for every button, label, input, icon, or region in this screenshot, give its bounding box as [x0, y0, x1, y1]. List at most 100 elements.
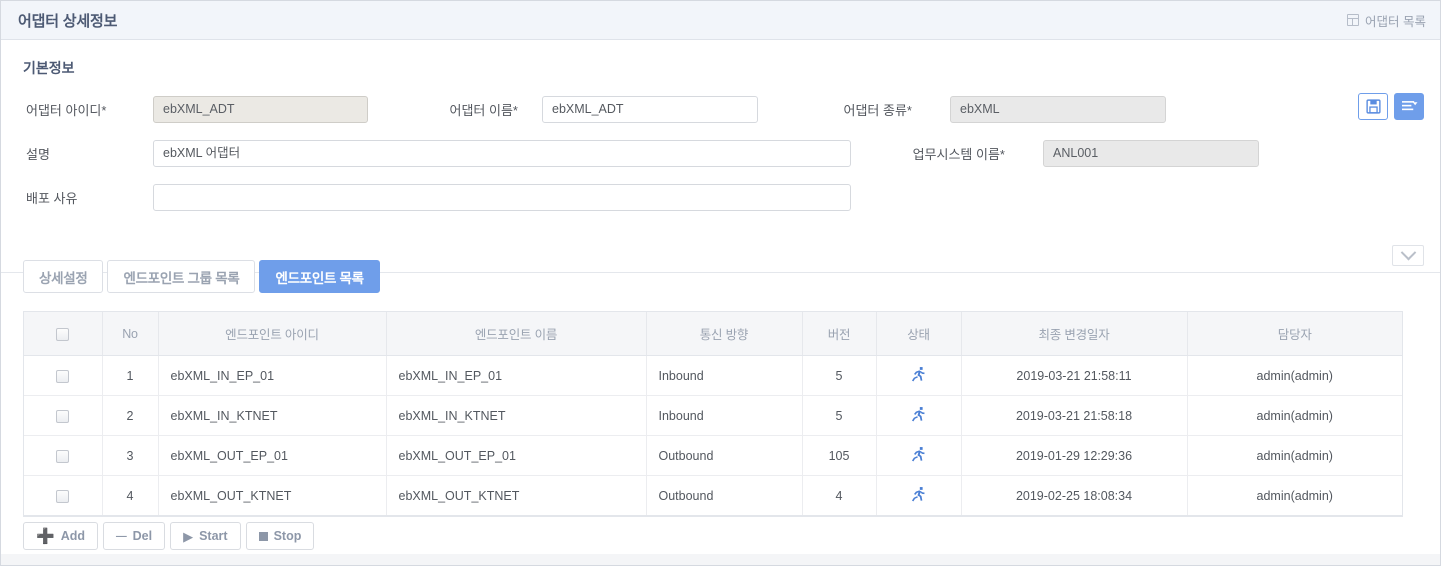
row-endpoint-name: ebXML_IN_EP_01 [386, 355, 647, 396]
select-all-header [24, 312, 103, 356]
row-checkbox[interactable] [56, 369, 70, 383]
select-all-checkbox[interactable] [56, 327, 70, 341]
row-owner: admin(admin) [1187, 395, 1402, 436]
description-field[interactable]: ebXML 어댑터 [153, 140, 851, 167]
tab-endpoint-group-list[interactable]: 엔드포인트 그룹 목록 [107, 260, 256, 293]
row-endpoint-name: ebXML_OUT_EP_01 [386, 435, 647, 476]
stop-button-label: Stop [273, 529, 302, 543]
adapter-type-label: 어댑터 종류* [843, 103, 912, 118]
row-select-cell [24, 435, 103, 476]
basic-info-section: 기본정보 어댑터 아이디* ebXML_ADT 어댑터 이름* ebXML_AD… [1, 40, 1440, 273]
breadcrumb-label: 어댑터 목록 [1365, 14, 1426, 29]
minus-icon: ─ [116, 527, 127, 545]
table-row[interactable]: 1 ebXML_IN_EP_01 ebXML_IN_EP_01 Inbound 5 201… [24, 355, 1402, 396]
breadcrumb[interactable]: 어댑터 목록 [1347, 11, 1426, 30]
col-no[interactable]: No [102, 312, 159, 356]
row-no: 2 [102, 395, 159, 436]
system-name-label: 업무시스템 이름* [912, 147, 1005, 162]
row-checkbox[interactable] [56, 409, 70, 423]
form-row-3: 배포 사유 [1, 178, 1440, 217]
row-select-cell [24, 475, 103, 516]
add-button[interactable]: ➕ Add [23, 522, 98, 550]
del-button[interactable]: ─ Del [103, 522, 166, 550]
table-header-row: No 엔드포인트 아이디 엔드포인트 이름 통신 방향 버전 상태 최종 변경일… [24, 312, 1402, 356]
adapter-type-field[interactable]: ebXML [950, 96, 1166, 123]
row-no: 3 [102, 435, 159, 476]
row-direction: Inbound [646, 355, 803, 396]
row-endpoint-id[interactable]: ebXML_IN_EP_01 [158, 355, 387, 396]
col-owner[interactable]: 담당자 [1187, 312, 1402, 356]
adapter-detail-page: 어댑터 상세정보 어댑터 목록 기본정보 어댑터 아이디* ebXML_ADT … [0, 0, 1441, 566]
table-row[interactable]: 2 ebXML_IN_KTNET ebXML_IN_KTNET Inbound 5 201… [24, 395, 1402, 436]
table-row[interactable]: 3 ebXML_OUT_EP_01 ebXML_OUT_EP_01 Outbound 1… [24, 435, 1402, 476]
row-select-cell [24, 355, 103, 396]
col-direction[interactable]: 통신 방향 [646, 312, 803, 356]
chevron-down-icon [1400, 244, 1416, 261]
page-title: 어댑터 상세정보 [18, 12, 118, 30]
adapter-id-label: 어댑터 아이디* [26, 103, 107, 118]
endpoint-table: No 엔드포인트 아이디 엔드포인트 이름 통신 방향 버전 상태 최종 변경일… [24, 312, 1402, 516]
col-last-modified[interactable]: 최종 변경일자 [961, 312, 1188, 356]
row-owner: admin(admin) [1187, 355, 1402, 396]
form-row-1: 어댑터 아이디* ebXML_ADT 어댑터 이름* ebXML_ADT 어댑터… [1, 90, 1440, 129]
collapse-toggle[interactable] [1392, 244, 1424, 266]
description-label: 설명 [26, 147, 50, 162]
stop-icon [258, 531, 268, 541]
add-button-label: Add [60, 529, 85, 543]
tab-detail-settings[interactable]: 상세설정 [23, 260, 104, 293]
running-icon [911, 367, 925, 382]
row-no: 4 [102, 475, 159, 516]
col-endpoint-name[interactable]: 엔드포인트 이름 [386, 312, 647, 356]
deploy-reason-field[interactable] [153, 184, 851, 211]
row-last-modified: 2019-03-21 21:58:18 [961, 395, 1188, 436]
basic-info-form: 어댑터 아이디* ebXML_ADT 어댑터 이름* ebXML_ADT 어댑터… [1, 90, 1440, 217]
row-version: 5 [802, 395, 877, 436]
running-icon [911, 407, 925, 422]
row-version: 5 [802, 355, 877, 396]
row-owner: admin(admin) [1187, 435, 1402, 476]
row-last-modified: 2019-03-21 21:58:11 [961, 355, 1188, 396]
row-endpoint-id[interactable]: ebXML_IN_KTNET [158, 395, 387, 436]
row-status[interactable] [876, 395, 962, 436]
adapter-name-label: 어댑터 이름* [449, 103, 518, 118]
adapter-name-field[interactable]: ebXML_ADT [542, 96, 758, 123]
row-status[interactable] [876, 355, 962, 396]
start-button[interactable]: ▶ Start [170, 522, 241, 550]
grid-icon [1347, 14, 1360, 26]
row-endpoint-id[interactable]: ebXML_OUT_EP_01 [158, 435, 387, 476]
endpoint-table-panel: No 엔드포인트 아이디 엔드포인트 이름 통신 방향 버전 상태 최종 변경일… [23, 311, 1403, 517]
row-direction: Outbound [646, 475, 803, 516]
form-row-2: 설명 ebXML 어댑터 업무시스템 이름* ANL001 [1, 134, 1440, 173]
tab-endpoint-list[interactable]: 엔드포인트 목록 [259, 260, 380, 293]
col-status[interactable]: 상태 [876, 312, 962, 356]
row-checkbox[interactable] [56, 489, 70, 503]
row-status[interactable] [876, 435, 962, 476]
row-status[interactable] [876, 475, 962, 516]
row-endpoint-name: ebXML_OUT_KTNET [386, 475, 647, 516]
row-select-cell [24, 395, 103, 436]
basic-info-title: 기본정보 [23, 60, 75, 76]
running-icon [911, 447, 925, 462]
play-icon: ▶ [183, 528, 194, 544]
row-last-modified: 2019-01-29 12:29:36 [961, 435, 1188, 476]
row-version: 4 [802, 475, 877, 516]
adapter-id-field[interactable]: ebXML_ADT [153, 96, 368, 123]
row-endpoint-id[interactable]: ebXML_OUT_KTNET [158, 475, 387, 516]
tab-bar: 상세설정 엔드포인트 그룹 목록 엔드포인트 목록 [23, 260, 380, 293]
row-checkbox[interactable] [56, 449, 70, 463]
col-version[interactable]: 버전 [802, 312, 877, 356]
row-version: 105 [802, 435, 877, 476]
del-button-label: Del [132, 529, 153, 543]
system-name-field[interactable]: ANL001 [1043, 140, 1259, 167]
col-endpoint-id[interactable]: 엔드포인트 아이디 [158, 312, 387, 356]
stop-button[interactable]: Stop [245, 522, 315, 550]
table-head: No 엔드포인트 아이디 엔드포인트 이름 통신 방향 버전 상태 최종 변경일… [24, 312, 1402, 356]
row-owner: admin(admin) [1187, 475, 1402, 516]
row-direction: Outbound [646, 435, 803, 476]
row-last-modified: 2019-02-25 18:08:34 [961, 475, 1188, 516]
row-no: 1 [102, 355, 159, 396]
plus-icon: ➕ [36, 527, 55, 545]
table-body: 1 ebXML_IN_EP_01 ebXML_IN_EP_01 Inbound 5 201… [24, 355, 1402, 516]
page-titlebar: 어댑터 상세정보 어댑터 목록 [1, 1, 1440, 40]
table-row[interactable]: 4 ebXML_OUT_KTNET ebXML_OUT_KTNET Outbound 4… [24, 475, 1402, 516]
